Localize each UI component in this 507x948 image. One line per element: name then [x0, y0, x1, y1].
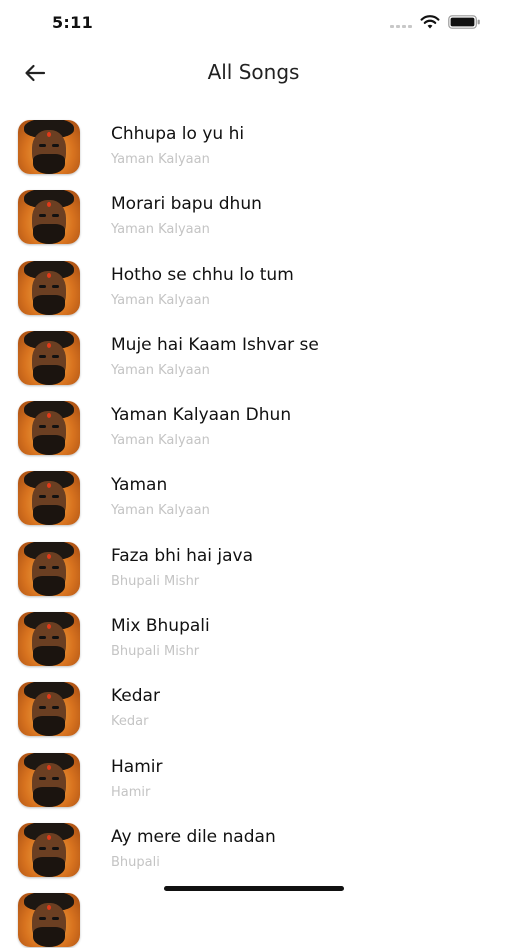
song-avatar — [18, 682, 80, 737]
song-avatar — [18, 401, 80, 456]
nav-bar: All Songs — [0, 46, 507, 102]
status-time: 5:11 — [52, 13, 93, 32]
song-artist: Yaman Kalyaan — [111, 292, 210, 308]
song-list-item[interactable]: Hotho se chhu lo tum Yaman Kalyaan — [0, 245, 507, 315]
song-avatar — [18, 893, 80, 948]
song-artist: Yaman Kalyaan — [111, 433, 210, 449]
song-avatar — [18, 822, 80, 877]
song-list-item[interactable]: Kedar Kedar — [0, 666, 507, 737]
song-title: Kedar — [111, 686, 160, 707]
song-list-item[interactable]: Yaman Kalyaan Dhun Yaman Kalyaan — [0, 385, 507, 456]
song-artist: Yaman Kalyaan — [111, 152, 210, 167]
song-artist: Hamir — [111, 784, 151, 800]
song-title: Morari bapu dhun — [111, 194, 262, 215]
song-list-item[interactable]: Faza bhi hai java Bhupali Mishr — [0, 526, 507, 596]
song-list-item[interactable]: Muje hai Kaam Ishvar se Yaman Kalyaan — [0, 315, 507, 385]
battery-icon — [448, 15, 480, 29]
song-avatar — [18, 330, 80, 385]
song-title: Muje hai Kaam Ishvar se — [111, 334, 319, 355]
status-bar: 5:11 — [0, 0, 507, 46]
song-list-item[interactable]: Chhupa lo yu hi Yaman Kalyaan — [0, 104, 507, 174]
song-title: Mix Bhupali — [111, 616, 210, 637]
song-artist: Kedar — [111, 714, 149, 730]
song-title: Ay mere dile nadan — [111, 826, 276, 847]
song-artist: Bhupali Mishr — [111, 644, 200, 660]
song-list-item[interactable]: Yaman Yaman Kalyaan — [0, 455, 507, 526]
song-artist: Yaman Kalyaan — [111, 222, 210, 238]
wifi-icon — [420, 15, 440, 29]
song-title: Yaman Kalyaan Dhun — [111, 405, 292, 426]
cellular-signal-icon — [390, 22, 414, 28]
song-list-item[interactable]: Morari bapu dhun Yaman Kalyaan — [0, 174, 507, 245]
song-title: Hotho se chhu lo tum — [111, 264, 294, 285]
song-artist: Yaman Kalyaan — [111, 362, 210, 378]
song-list-item[interactable]: Ay mere dile nadan Bhupali — [0, 807, 507, 877]
song-avatar — [18, 190, 80, 245]
song-avatar — [18, 260, 80, 315]
song-avatar — [18, 541, 80, 596]
song-title: Faza bhi hai java — [111, 545, 254, 566]
song-artist: Yaman Kalyaan — [111, 503, 210, 519]
song-avatar — [18, 471, 80, 526]
home-indicator[interactable] — [164, 886, 344, 891]
page-title: All Songs — [207, 60, 300, 84]
song-avatar — [18, 120, 80, 174]
song-artist: Bhupali — [111, 854, 160, 870]
song-list-item[interactable]: Mix Bhupali Bhupali Mishr — [0, 596, 507, 667]
song-list: Chhupa lo yu hi Yaman Kalyaan Morari bap… — [0, 104, 507, 948]
song-title: Hamir — [111, 756, 163, 777]
song-artist: Bhupali Mishr — [111, 573, 200, 589]
song-avatar — [18, 612, 80, 667]
song-list-item[interactable]: Hamir Hamir — [0, 737, 507, 807]
song-title: Yaman — [111, 475, 168, 496]
song-avatar — [18, 752, 80, 807]
song-title: Chhupa lo yu hi — [111, 124, 245, 144]
